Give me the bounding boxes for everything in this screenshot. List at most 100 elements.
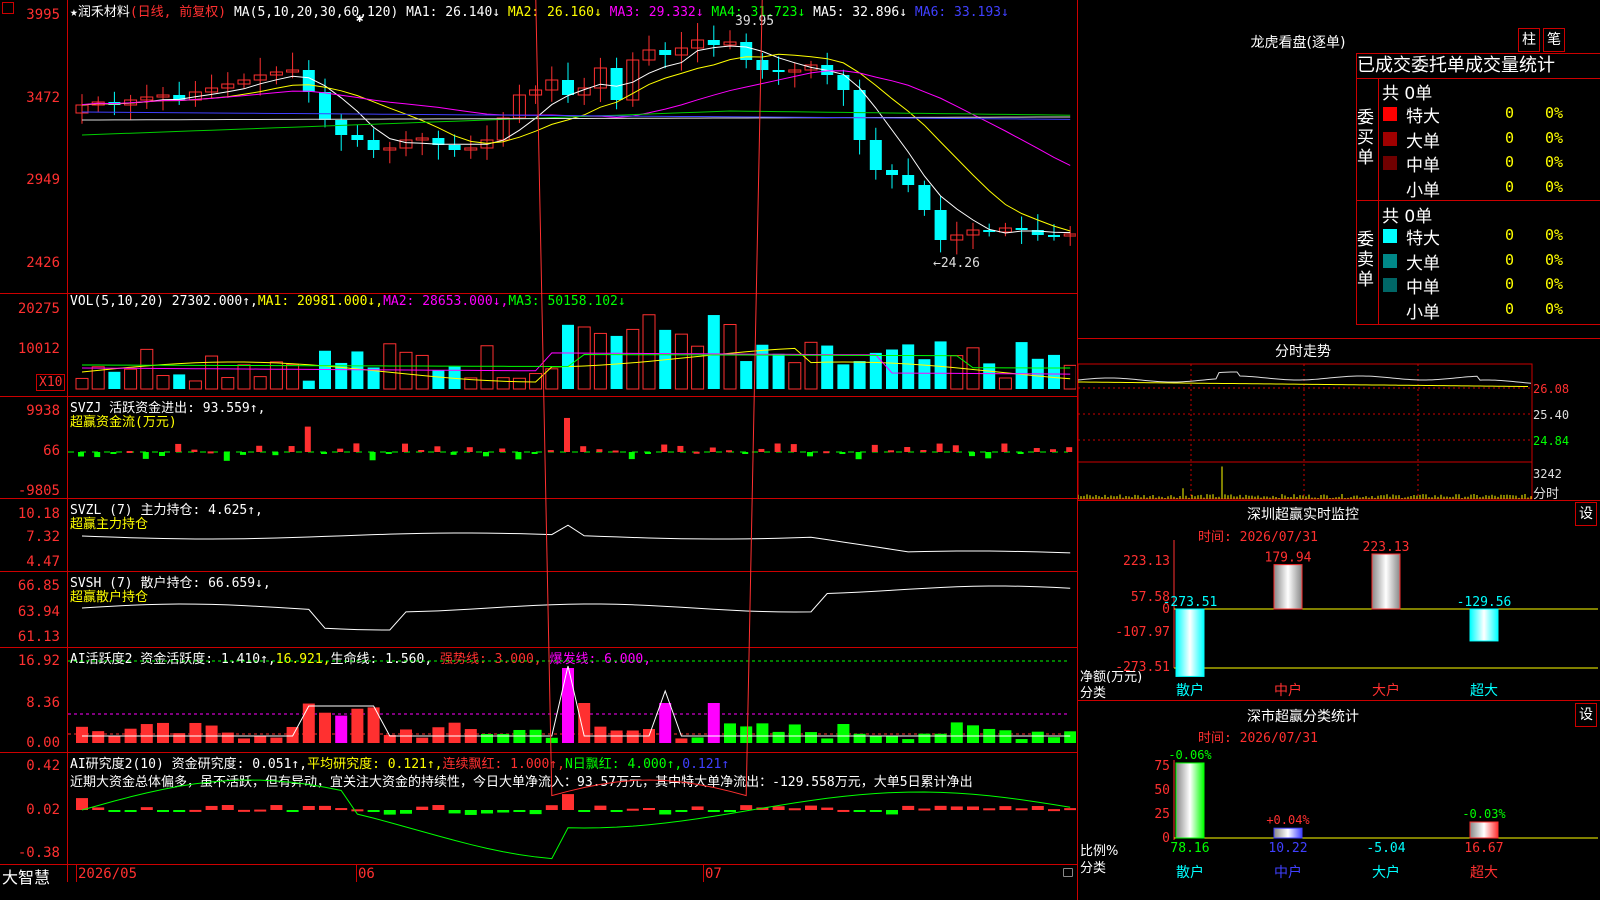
order-count: 0 (1505, 153, 1515, 171)
vol-bar (723, 324, 737, 390)
candle-down (319, 92, 331, 120)
flow-bar (483, 452, 489, 457)
color-swatch (1383, 278, 1397, 292)
monitor-settings-button[interactable]: 设 (1575, 502, 1597, 526)
vol-bar (108, 371, 121, 389)
research-bar (626, 808, 639, 811)
order-count: 0 (1505, 226, 1515, 244)
lock-icon[interactable] (1063, 868, 1073, 877)
research-bar (140, 807, 153, 810)
activity-bar (902, 739, 915, 743)
flow-bar (175, 443, 182, 452)
vol-bar (691, 345, 705, 390)
monitor-ytick: -107.97 (1115, 625, 1170, 640)
svsh-ytick-1: 63.94 (17, 604, 60, 620)
research-bar (464, 810, 477, 815)
activity-bar (740, 726, 753, 743)
research-bar (286, 810, 299, 812)
monitor-bar-value: -129.56 (1457, 595, 1512, 610)
monitor-category: 中户 (1274, 682, 1302, 699)
ai1-line (82, 665, 1071, 737)
monitor-title: 深圳超赢实时监控 (1247, 507, 1359, 523)
research-bar (902, 805, 915, 810)
vol-bar (966, 347, 980, 390)
vol-bar (496, 377, 510, 390)
classify-chart[interactable]: 7550250-0.06%78.16散户+0.04%10.22中户-5.04大户… (1078, 742, 1600, 900)
ai2-ytick-1: 0.02 (26, 802, 60, 818)
vol-bar (140, 348, 154, 390)
flow-bar (790, 444, 797, 452)
flow-bar (110, 452, 117, 454)
classify-bottom-value: 10.22 (1268, 841, 1307, 856)
candle-down (934, 210, 947, 240)
flow-bar (677, 445, 684, 452)
classify-settings-button[interactable]: 设 (1575, 703, 1597, 727)
intraday-price-line (1078, 371, 1532, 384)
vol-bar (869, 352, 882, 389)
flow-bar (159, 452, 165, 456)
research-bar (788, 808, 801, 811)
monitor-chart[interactable]: 223.1357.580-107.97-273.51-273.51散户179.9… (1078, 540, 1600, 700)
intraday-chart[interactable] (1078, 362, 1600, 500)
activity-bar (999, 730, 1012, 743)
intraday-ytick-1: 25.40 (1533, 408, 1570, 422)
research-bar (918, 808, 931, 811)
flow-bar (888, 450, 894, 453)
activity-bar (1048, 737, 1060, 743)
monitor-bar (1469, 608, 1499, 642)
activity-bar (967, 725, 979, 743)
order-count: 0 (1505, 128, 1515, 147)
vol-bar (156, 375, 170, 390)
research-bar (659, 810, 672, 815)
kline-chart[interactable]: ✱ (68, 0, 1076, 864)
flow-bar (126, 450, 133, 453)
order-size-label: 大单 (1406, 131, 1440, 152)
research-bar (448, 810, 461, 814)
flow-bar (531, 452, 538, 454)
activity-bar (562, 668, 574, 743)
candle-down (448, 145, 461, 150)
intraday-avg-line (1078, 381, 1529, 387)
star-marker: ✱ (356, 11, 363, 25)
activity-bar (756, 723, 769, 743)
flow-bar (94, 452, 101, 458)
buy-side-label: 委买单 (1357, 108, 1374, 168)
activity-bar (108, 735, 121, 743)
activity-bar (1031, 731, 1044, 743)
vol-bar (173, 374, 186, 389)
timeline-tick-2 (703, 864, 704, 882)
activity-bar (302, 703, 315, 743)
research-bar (335, 808, 348, 811)
research-bar (594, 805, 607, 810)
bar-mode-button[interactable]: 柱 (1518, 28, 1540, 52)
vol-bar (188, 380, 202, 390)
activity-bar (205, 725, 218, 743)
vol-bar (610, 335, 623, 389)
flow-bar (353, 443, 360, 452)
tick-mode-button[interactable]: 笔 (1543, 28, 1565, 52)
classify-axis-sub: 分类 (1080, 861, 1107, 876)
activity-bar (691, 737, 704, 743)
flow-bar (1050, 449, 1056, 452)
vol-bar (626, 328, 640, 390)
color-swatch (1383, 229, 1397, 243)
classify-bar (1175, 762, 1205, 839)
research-bar (270, 805, 283, 810)
classify-category: 超大 (1470, 865, 1498, 881)
intraday-title: 分时走势 (1275, 344, 1331, 360)
research-bar (967, 806, 979, 810)
research-bar (400, 810, 412, 814)
classify-category: 散户 (1176, 864, 1204, 881)
svzl-line (81, 524, 1071, 554)
flow-bar (661, 444, 668, 452)
order-size-label: 特大 (1406, 229, 1440, 249)
vol-bar (221, 377, 235, 390)
dragon-title: 龙虎看盘(逐单) (1250, 35, 1346, 51)
research-bar (351, 809, 364, 812)
research-bar (173, 810, 186, 812)
date-label-1: 06 (358, 866, 375, 882)
vol-bar (1048, 354, 1060, 389)
vol-bar (302, 380, 315, 389)
research-bar (837, 809, 850, 812)
flow-bar (596, 449, 603, 452)
